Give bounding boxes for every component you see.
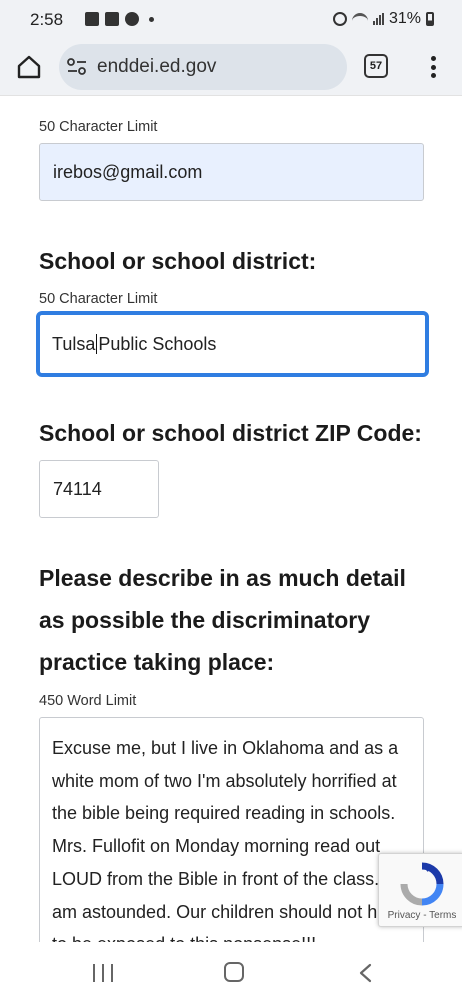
caption-icon	[105, 12, 119, 26]
description-textarea[interactable]: Excuse me, but I live in Oklahoma and as…	[39, 717, 424, 942]
home-icon[interactable]	[16, 54, 42, 80]
email-value: irebos@gmail.com	[53, 161, 203, 182]
zip-value: 74114	[53, 478, 102, 499]
recents-icon[interactable]	[93, 964, 113, 982]
gallery-icon	[85, 12, 99, 26]
chrome-icon	[125, 12, 139, 26]
recaptcha-badge[interactable]: Privacy - Terms	[378, 853, 462, 927]
recaptcha-links[interactable]: Privacy - Terms	[379, 910, 462, 921]
address-bar[interactable]: enddei.ed.gov	[59, 44, 347, 90]
alarm-icon	[332, 12, 347, 26]
recaptcha-icon	[400, 862, 444, 906]
status-bar: 2:58 31%	[0, 0, 462, 40]
email-field[interactable]: irebos@gmail.com	[39, 143, 424, 201]
school-field[interactable]: Tulsa Public Schools	[36, 311, 429, 377]
battery-icon	[426, 12, 434, 26]
system-nav-bar	[0, 942, 462, 1000]
back-icon[interactable]	[357, 963, 373, 983]
zip-field[interactable]: 74114	[39, 460, 159, 518]
wifi-icon	[351, 13, 368, 25]
browser-toolbar: enddei.ed.gov 57	[0, 40, 462, 96]
description-heading-line-1: Please describe in as much detail	[39, 565, 406, 591]
description-heading-line-3: practice taking place:	[39, 649, 275, 675]
email-limit-label: 50 Character Limit	[39, 119, 158, 135]
text-caret	[96, 334, 98, 354]
dot-icon	[149, 16, 154, 22]
school-value-start: Tulsa	[52, 333, 96, 354]
school-heading: School or school district:	[39, 248, 317, 274]
tabs-icon[interactable]: 57	[364, 54, 388, 78]
web-page: 50 Character Limit irebos@gmail.com Scho…	[0, 97, 462, 942]
signal-icon	[372, 13, 384, 25]
school-value-end: Public Schools	[98, 333, 217, 354]
battery-level: 31%	[388, 10, 421, 27]
school-limit-label: 50 Character Limit	[39, 291, 158, 307]
home-icon[interactable]	[224, 962, 244, 982]
status-time: 2:58	[30, 10, 64, 29]
more-icon[interactable]	[426, 54, 440, 80]
zip-heading: School or school district ZIP Code:	[39, 420, 422, 446]
tune-icon[interactable]	[67, 58, 87, 76]
description-limit-label: 450 Word Limit	[39, 693, 137, 709]
description-heading-line-2: as possible the discriminatory	[39, 607, 371, 633]
url-text[interactable]: enddei.ed.gov	[97, 56, 216, 78]
